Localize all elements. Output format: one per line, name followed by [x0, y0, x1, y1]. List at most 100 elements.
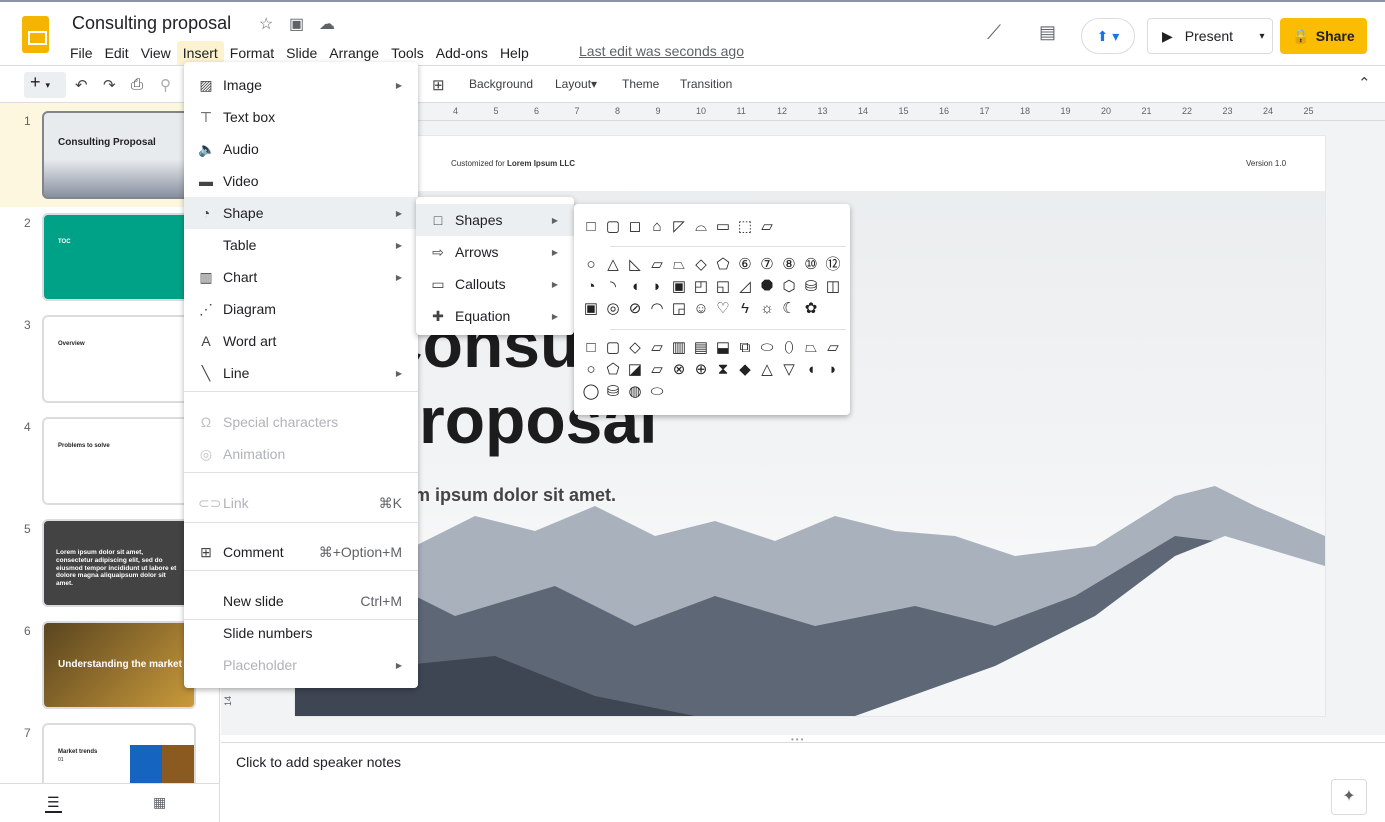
slide-thumbnail-5[interactable]: Lorem ipsum dolor sit amet, consectetur … — [42, 519, 196, 607]
collapse-toolbar-icon[interactable]: ⌃ — [1358, 74, 1371, 92]
shape-option-icon[interactable]: ◲ — [670, 300, 688, 318]
shape-option-icon[interactable]: ☼ — [758, 300, 776, 318]
activity-trend-icon[interactable]: ⟋ — [987, 22, 1001, 45]
shape-option-icon[interactable]: ⑩ — [802, 256, 820, 274]
last-edit-link[interactable]: Last edit was seconds ago — [579, 43, 744, 59]
shape-option-icon[interactable]: □ — [582, 339, 600, 357]
shape-option-icon[interactable]: ▢ — [604, 339, 622, 357]
slide-thumbnail-2[interactable]: TOC — [42, 213, 196, 301]
shape-option-icon[interactable]: ◻ — [626, 218, 644, 236]
shape-option-icon[interactable]: ◝ — [604, 278, 622, 296]
paint-format-icon[interactable]: ⚲ — [160, 76, 171, 94]
shape-option-icon[interactable]: ⌓ — [692, 218, 710, 236]
menu-help[interactable]: Help — [494, 41, 535, 65]
insert-menu-item-comment[interactable]: ⊞ Comment ⌘+Option+M — [184, 536, 418, 568]
shape-option-icon[interactable]: ⛁ — [604, 383, 622, 401]
shape-option-icon[interactable]: ⬭ — [758, 339, 776, 357]
insert-menu-item-table[interactable]: Table ▶ — [184, 229, 418, 261]
shape-option-icon[interactable]: ◇ — [692, 256, 710, 274]
shape-option-icon[interactable]: ⑥ — [736, 256, 754, 274]
shape-option-icon[interactable]: ◰ — [692, 278, 710, 296]
shape-option-icon[interactable]: ⑦ — [758, 256, 776, 274]
shape-option-icon[interactable]: ◗ — [824, 361, 842, 379]
shape-option-icon[interactable]: ◪ — [626, 361, 644, 379]
menu-edit[interactable]: Edit — [99, 41, 135, 65]
shape-option-icon[interactable]: ▭ — [714, 218, 732, 236]
shape-option-icon[interactable]: ⯃ — [758, 278, 776, 296]
insert-menu-item-audio[interactable]: 🔈 Audio — [184, 133, 418, 165]
shape-option-icon[interactable]: ⬭ — [648, 383, 666, 401]
shape-submenu-item-callouts[interactable]: ▭ Callouts ▶ — [416, 268, 574, 300]
shape-option-icon[interactable]: ☾ — [780, 300, 798, 318]
move-folder-icon[interactable]: ▣ — [289, 14, 304, 34]
shape-option-icon[interactable]: ⬠ — [714, 256, 732, 274]
shape-option-icon[interactable]: ◿ — [736, 278, 754, 296]
shape-option-icon[interactable]: ♡ — [714, 300, 732, 318]
shape-option-icon[interactable]: ☺ — [692, 300, 710, 318]
shape-option-icon[interactable]: ◗ — [648, 278, 666, 296]
layout-button[interactable]: Layout▾ — [555, 77, 597, 91]
shape-option-icon[interactable]: ◇ — [626, 339, 644, 357]
insert-menu-item-slide-numbers[interactable]: Slide numbers — [184, 617, 418, 649]
shape-option-icon[interactable]: ▱ — [648, 339, 666, 357]
shape-option-icon[interactable]: ⊘ — [626, 300, 644, 318]
cloud-saved-icon[interactable]: ☁ — [319, 14, 335, 34]
shape-option-icon[interactable]: ✿ — [802, 300, 820, 318]
menu-file[interactable]: File — [64, 41, 99, 65]
shape-option-icon[interactable]: ▥ — [670, 339, 688, 357]
shape-option-icon[interactable]: ⧉ — [736, 339, 754, 357]
insert-menu-item-image[interactable]: ▨ Image ▶ — [184, 69, 418, 101]
shape-option-icon[interactable]: ◺ — [626, 256, 644, 274]
shape-option-icon[interactable]: ◔ — [582, 278, 600, 296]
shape-option-icon[interactable]: ⬯ — [780, 339, 798, 357]
shape-option-icon[interactable]: ⛁ — [802, 278, 820, 296]
shape-option-icon[interactable]: ⑧ — [780, 256, 798, 274]
shape-submenu-item-arrows[interactable]: ⇨ Arrows ▶ — [416, 236, 574, 268]
shape-option-icon[interactable]: ⏢ — [802, 339, 820, 357]
shape-option-icon[interactable]: ⊗ — [670, 361, 688, 379]
slides-logo[interactable] — [22, 16, 49, 53]
shape-option-icon[interactable]: ◱ — [714, 278, 732, 296]
shape-option-icon[interactable]: ⏥ — [648, 361, 666, 379]
shape-option-icon[interactable]: △ — [758, 361, 776, 379]
shape-option-icon[interactable]: ▤ — [692, 339, 710, 357]
slide-thumbnail-3[interactable]: Overview — [42, 315, 196, 403]
slide-thumbnail-6[interactable]: Understanding the market — [42, 621, 196, 709]
document-title[interactable]: Consulting proposal — [72, 13, 231, 34]
shape-submenu-item-shapes[interactable]: □ Shapes ▶ — [416, 204, 574, 236]
shape-option-icon[interactable]: ○ — [582, 256, 600, 274]
shape-option-icon[interactable]: ○ — [582, 361, 600, 379]
shape-option-icon[interactable]: ⑫ — [824, 256, 842, 274]
insert-menu-item-new-slide[interactable]: New slide Ctrl+M — [184, 585, 418, 617]
shape-option-icon[interactable]: ▢ — [604, 218, 622, 236]
present-to-meeting-button[interactable]: ⬆ ▾ — [1081, 18, 1135, 54]
shape-option-icon[interactable]: ◸ — [670, 218, 688, 236]
transition-button[interactable]: Transition — [680, 77, 732, 91]
insert-menu-item-word-art[interactable]: A Word art — [184, 325, 418, 357]
comment-history-icon[interactable]: ▤ — [1039, 22, 1056, 43]
shape-option-icon[interactable]: ϟ — [736, 300, 754, 318]
shape-option-icon[interactable]: ◎ — [604, 300, 622, 318]
shape-option-icon[interactable]: ◯ — [582, 383, 600, 401]
redo-icon[interactable]: ↷ — [103, 76, 116, 94]
undo-icon[interactable]: ↶ — [75, 76, 88, 94]
shape-option-icon[interactable]: ▽ — [780, 361, 798, 379]
shape-option-icon[interactable]: ⊕ — [692, 361, 710, 379]
speaker-notes[interactable]: Click to add speaker notes ✦ — [221, 742, 1385, 822]
shape-option-icon[interactable]: ⬓ — [714, 339, 732, 357]
insert-menu-item-text-box[interactable]: ⊤ Text box — [184, 101, 418, 133]
insert-menu-item-video[interactable]: ▬ Video — [184, 165, 418, 197]
shape-option-icon[interactable]: ⧗ — [714, 361, 732, 379]
shape-option-icon[interactable]: ▣ — [582, 300, 600, 318]
shape-option-icon[interactable]: ◍ — [626, 383, 644, 401]
shape-option-icon[interactable]: ▱ — [648, 256, 666, 274]
shape-option-icon[interactable]: ⏢ — [670, 256, 688, 274]
list-view-icon[interactable]: ☰ — [45, 794, 62, 813]
slide-thumbnail-4[interactable]: Problems to solve — [42, 417, 196, 505]
menu-view[interactable]: View — [135, 41, 177, 65]
insert-menu-item-line[interactable]: ╲ Line ▶ — [184, 357, 418, 389]
shape-option-icon[interactable]: ◠ — [648, 300, 666, 318]
shape-option-icon[interactable]: ▣ — [670, 278, 688, 296]
shape-option-icon[interactable]: ⬠ — [604, 361, 622, 379]
slide-thumbnail-7[interactable]: Market trends 01 — [42, 723, 196, 783]
